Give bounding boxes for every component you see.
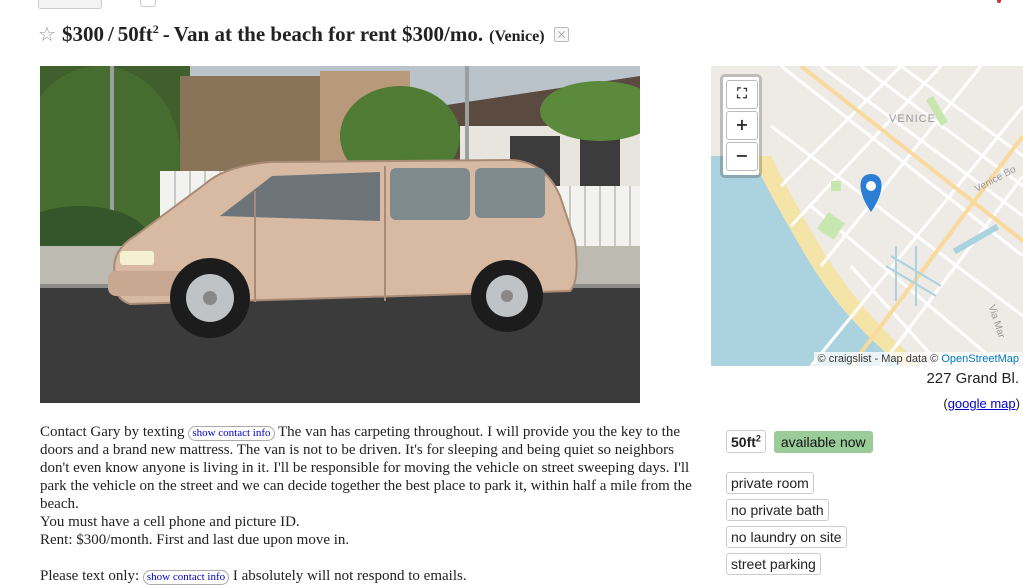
zoom-in-button[interactable]: + [726,111,758,140]
attr-private-bath: no private bath [726,499,829,521]
hide-posting-icon[interactable] [553,27,569,42]
location-map[interactable]: VENICE Venice Bo Via Mar ⛶ + − © craigsl… [711,66,1023,366]
street-address: 227 Grand Bl. [926,370,1019,387]
posting-text-only: Please text only: show contact info I ab… [40,568,467,585]
attr-private-room: private room [726,472,814,494]
title-dash: - [162,22,170,46]
attr-availability: available now [773,430,873,453]
attr-parking: street parking [726,553,821,575]
posting-title: ☆ $300 / 50ft2 - Van at the beach for re… [38,22,569,52]
favorite-star-icon[interactable]: ☆ [38,22,56,46]
attribute-group-housing: private room no private bath no laundry … [726,472,851,580]
attr-laundry: no laundry on site [726,526,847,548]
title-neighborhood: (Venice) [489,28,545,45]
map-attribution: © craigslist - Map data © OpenStreetMap [813,352,1023,366]
top-checkbox-fragment[interactable] [140,0,156,7]
map-area-label: VENICE [889,113,936,125]
zoom-out-button[interactable]: − [726,142,758,171]
listing-photo[interactable] [40,66,640,403]
title-price: $300 [61,22,104,46]
posting-body: Contact Gary by texting show contact inf… [40,423,700,585]
google-map-link[interactable]: google map [948,396,1016,411]
posting-paragraph: Contact Gary by texting show contact inf… [40,424,692,512]
top-button-fragment[interactable] [38,0,102,9]
attribute-group-top: 50ft2 available now [726,430,877,453]
attr-area: 50ft2 [726,430,766,453]
show-contact-info-button[interactable]: show contact info [188,426,275,441]
fullscreen-icon[interactable]: ⛶ [726,80,758,109]
top-flag-fragment[interactable] [997,0,1001,3]
map-controls: ⛶ + − [720,74,762,178]
google-map-link-wrapper: (google map) [943,396,1020,411]
title-text: Van at the beach for rent $300/mo. [173,22,484,46]
posting-line-rent: Rent: $300/month. First and last due upo… [40,532,350,548]
show-contact-info-button-2[interactable]: show contact info [142,570,230,585]
title-separator: / [107,22,114,46]
posting-line-id: You must have a cell phone and picture I… [40,514,300,530]
van-photo-illustration [40,66,640,403]
title-area: 50ft2 [117,22,159,46]
openstreetmap-link[interactable]: OpenStreetMap [941,353,1019,365]
